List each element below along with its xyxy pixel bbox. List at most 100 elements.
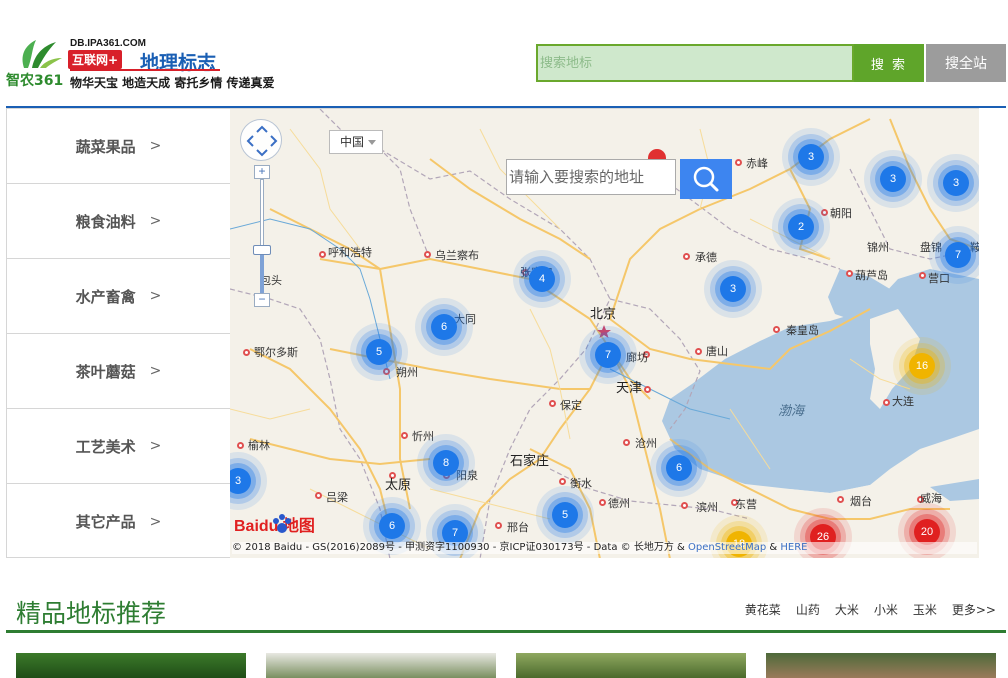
country-select[interactable]: 中国 <box>329 130 383 154</box>
chevron-right-icon: > <box>149 513 162 530</box>
label-yantai: 烟台 <box>850 495 872 508</box>
cluster-count: 2 <box>788 214 814 240</box>
marker-cluster[interactable]: 2 <box>772 198 830 256</box>
recommend-divider <box>6 630 1006 633</box>
cluster-count: 6 <box>379 513 405 539</box>
cluster-count: 5 <box>552 502 578 528</box>
cluster-count: 4 <box>529 266 555 292</box>
tag-link[interactable]: 大米 <box>835 601 859 618</box>
tag-link[interactable]: 玉米 <box>913 601 937 618</box>
marker-cluster[interactable]: 4 <box>513 250 571 308</box>
more-link[interactable]: 更多>> <box>952 601 996 618</box>
label-yulin: 榆林 <box>248 439 270 452</box>
map-copyright: © 2018 Baidu - GS(2016)2089号 - 甲测资字11009… <box>232 542 977 554</box>
category-label: 蔬菜果品 <box>75 137 136 156</box>
city-dot <box>314 491 322 499</box>
marker-cluster[interactable]: 8 <box>417 434 475 492</box>
search-icon <box>693 166 719 192</box>
city-dot <box>598 498 606 506</box>
city-dot <box>694 347 702 355</box>
label-lvliang: 吕梁 <box>326 491 348 504</box>
label-wulanchabu: 乌兰察布 <box>435 249 479 262</box>
marker-cluster[interactable]: 16 <box>893 337 951 395</box>
category-item-tea-mushroom[interactable]: 茶叶蘑菇 > <box>7 334 230 409</box>
pan-control[interactable] <box>240 119 282 161</box>
category-item-grain-oil[interactable]: 粮食油料 > <box>7 184 230 259</box>
city-dot <box>318 250 326 258</box>
marker-cluster[interactable]: 6 <box>650 439 708 497</box>
label-tianjin: 天津 <box>616 381 643 396</box>
here-link[interactable]: HERE <box>780 542 807 553</box>
label-huludao: 葫芦岛 <box>855 269 888 282</box>
logo-slogan: 物华天宝 地造天成 寄托乡情 传递真爱 <box>70 76 275 90</box>
label-hohhot: 呼和浩特 <box>328 246 372 259</box>
category-label: 工艺美术 <box>75 437 136 456</box>
tag-link[interactable]: 山药 <box>796 601 820 618</box>
city-dot <box>558 477 566 485</box>
cluster-count: 8 <box>433 450 459 476</box>
label-chaoyang: 朝阳 <box>830 207 852 220</box>
product-thumbnail[interactable] <box>16 653 246 678</box>
cluster-count: 7 <box>945 242 971 268</box>
cluster-count: 3 <box>880 166 906 192</box>
marker-cluster[interactable]: 3 <box>864 150 922 208</box>
marker-cluster[interactable]: 3 <box>782 128 840 186</box>
cluster-count: 6 <box>431 314 457 340</box>
label-qinhuangdao: 秦皇岛 <box>786 324 819 337</box>
marker-cluster[interactable]: 3 <box>230 452 267 510</box>
city-dot <box>242 348 250 356</box>
country-select-value: 中国 <box>340 135 365 149</box>
search-input[interactable] <box>536 44 854 82</box>
label-bohai: 渤海 <box>778 404 805 419</box>
marker-cluster[interactable]: 5 <box>536 486 594 544</box>
label-dongying: 东营 <box>735 498 757 511</box>
marker-cluster[interactable]: 6 <box>415 298 473 356</box>
label-binzhou: 滨州 <box>696 501 718 514</box>
search-all-button[interactable]: 搜全站 <box>926 44 1006 82</box>
city-dot <box>772 325 780 333</box>
marker-cluster[interactable]: 7 <box>929 226 979 284</box>
zoom-slider-handle[interactable] <box>253 245 271 255</box>
label-chifeng: 赤峰 <box>746 157 768 170</box>
zoom-track-fill <box>260 251 264 293</box>
city-dot <box>836 495 844 503</box>
logo-name: 智农361 <box>6 73 64 89</box>
logo-badge: 互联网+ <box>68 50 123 69</box>
recommend-title: 精品地标推荐 <box>16 599 167 628</box>
product-thumbnail[interactable] <box>766 653 996 678</box>
category-item-other[interactable]: 其它产品 > <box>7 484 230 559</box>
category-item-vegetables-fruits[interactable]: 蔬菜果品 > <box>7 109 230 184</box>
chevron-right-icon: > <box>149 363 162 379</box>
marker-cluster[interactable]: 7 <box>579 326 637 384</box>
city-dot <box>548 399 556 407</box>
chevron-down-icon <box>368 140 376 145</box>
copyright-text: © 2018 Baidu - GS(2016)2089号 - 甲测资字11009… <box>232 542 685 553</box>
cluster-count: 6 <box>666 455 692 481</box>
site-logo[interactable]: 智农361 DB.IPA361.COM 互联网+ 地理标志 物华天宝 地造天成 … <box>6 36 296 92</box>
search-bar: 搜 索 搜全站 <box>536 44 1006 82</box>
tag-link[interactable]: 黄花菜 <box>745 601 781 618</box>
zoom-in-button[interactable]: + <box>254 165 270 179</box>
marker-cluster[interactable]: 3 <box>704 260 762 318</box>
city-dot <box>882 398 890 406</box>
chevron-right-icon: > <box>149 213 162 229</box>
product-thumbnail[interactable] <box>516 653 746 678</box>
category-item-aquatic-livestock[interactable]: 水产畜禽 > <box>7 259 230 334</box>
marker-cluster[interactable]: 3 <box>927 154 979 212</box>
search-button[interactable]: 搜 索 <box>854 44 924 82</box>
product-thumbnail[interactable] <box>266 653 496 678</box>
category-menu: 蔬菜果品 > 粮食油料 > 水产畜禽 > 茶叶蘑菇 > 工艺美术 > 其它产品 … <box>6 108 230 558</box>
marker-cluster[interactable]: 5 <box>350 323 408 381</box>
address-search-input[interactable] <box>506 159 676 195</box>
cluster-count: 16 <box>909 353 935 379</box>
tag-link[interactable]: 小米 <box>874 601 898 618</box>
copyright-amp: & <box>769 542 778 553</box>
address-search-button[interactable] <box>680 159 732 199</box>
category-item-crafts-art[interactable]: 工艺美术 > <box>7 409 230 484</box>
category-label: 粮食油料 <box>75 212 136 231</box>
map-view[interactable]: 呼和浩特 乌兰察布 包头 张家口 承德 赤峰 朝阳 锦州 盘锦 鞍 葫芦岛 营口… <box>230 108 979 558</box>
label-baoding: 保定 <box>560 399 582 412</box>
osm-link[interactable]: OpenStreetMap <box>688 542 766 553</box>
zoom-out-button[interactable]: − <box>254 293 270 307</box>
logo-leaf-icon <box>22 40 62 68</box>
